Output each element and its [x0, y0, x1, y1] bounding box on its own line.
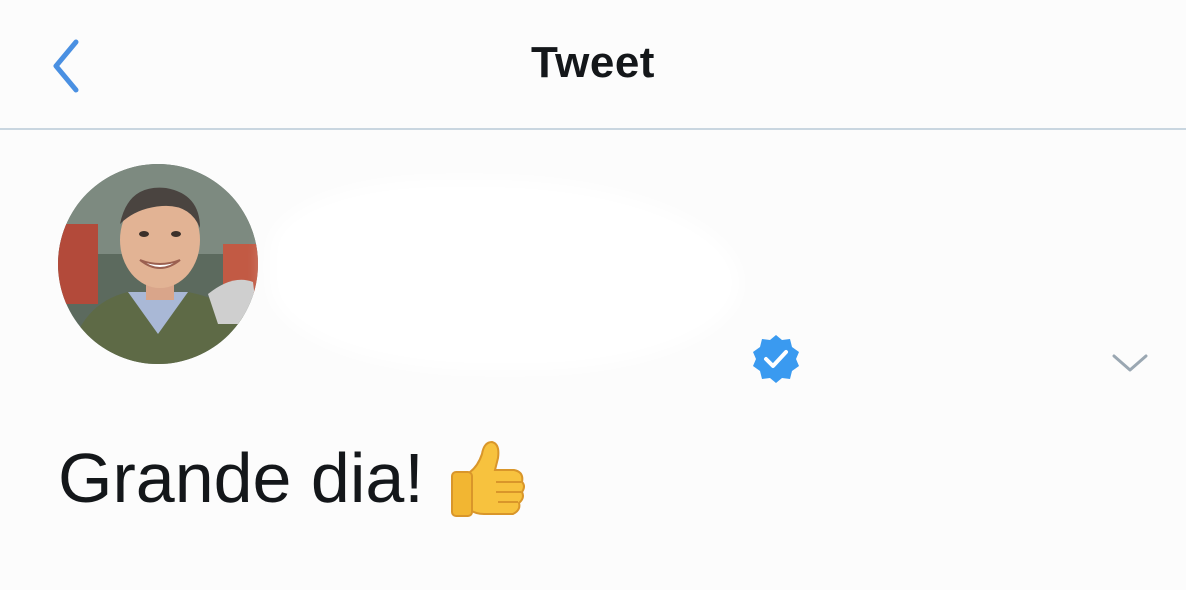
profile-photo: [58, 164, 258, 364]
redacted-username: [270, 180, 740, 370]
verified-badge: [749, 332, 803, 386]
tweet-detail-screen: Tweet Grande dia!: [0, 0, 1186, 590]
verified-badge-icon: [753, 335, 799, 383]
tweet-body-text: Grande dia!: [58, 439, 424, 517]
tweet-text: Grande dia!: [58, 436, 526, 520]
tweet-menu-button[interactable]: [1106, 346, 1154, 382]
thumbs-up-icon: [448, 438, 526, 520]
navigation-bar: Tweet: [0, 0, 1186, 130]
tweet: [0, 130, 1186, 590]
chevron-down-icon: [1112, 354, 1148, 372]
page-title: Tweet: [531, 38, 655, 87]
avatar[interactable]: [58, 164, 258, 364]
